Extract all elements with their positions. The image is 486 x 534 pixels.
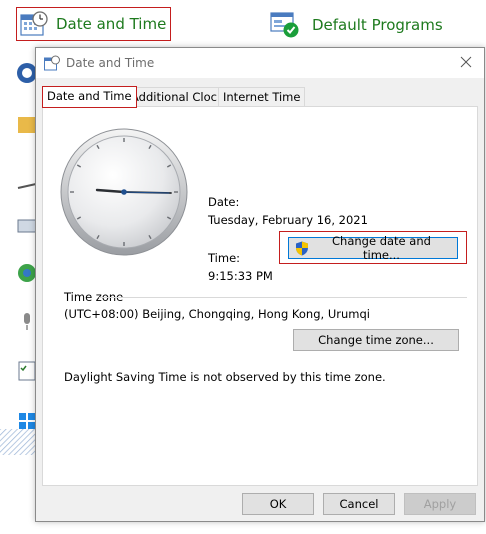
- uac-shield-icon: [295, 241, 308, 255]
- time-value: 9:15:33 PM: [208, 269, 273, 283]
- tab-date-and-time[interactable]: Date and Time: [42, 86, 137, 108]
- change-time-zone-button[interactable]: Change time zone...: [293, 329, 459, 351]
- time-label: Time:: [208, 251, 241, 265]
- date-label: Date:: [208, 195, 240, 209]
- close-icon[interactable]: [458, 54, 474, 70]
- cancel-button[interactable]: Cancel: [323, 493, 395, 515]
- apply-button[interactable]: Apply: [404, 493, 476, 515]
- dialog-titlebar[interactable]: Date and Time: [36, 48, 484, 78]
- date-and-time-dialog: Date and Time Date and Time Additional C…: [35, 47, 485, 522]
- date-value: Tuesday, February 16, 2021: [208, 213, 368, 227]
- default-programs-icon: [270, 12, 299, 38]
- control-panel-date-and-time-label[interactable]: Date and Time: [56, 15, 166, 33]
- change-date-and-time-highlight: Change date and time...: [279, 231, 467, 264]
- dialog-title: Date and Time: [66, 56, 155, 70]
- control-panel-date-and-time[interactable]: Date and Time: [16, 7, 171, 41]
- calendar-clock-icon: [20, 11, 48, 36]
- change-date-and-time-label: Change date and time...: [332, 234, 431, 262]
- time-zone-divider: [99, 297, 467, 298]
- tab-page-date-and-time: Date: Tuesday, February 16, 2021 Time: 9…: [42, 106, 478, 486]
- dst-note: Daylight Saving Time is not observed by …: [64, 370, 386, 384]
- calendar-clock-icon: [44, 55, 60, 71]
- tab-internet-time[interactable]: Internet Time: [218, 87, 306, 107]
- change-date-and-time-button[interactable]: Change date and time...: [288, 234, 458, 262]
- hatched-strip: [0, 429, 37, 455]
- control-panel-default-programs[interactable]: Default Programs: [270, 11, 443, 39]
- ok-button[interactable]: OK: [242, 493, 314, 515]
- analog-clock: [60, 128, 188, 256]
- time-zone-value: (UTC+08:00) Beijing, Chongqing, Hong Kon…: [64, 307, 370, 321]
- control-panel-default-programs-label[interactable]: Default Programs: [312, 16, 443, 34]
